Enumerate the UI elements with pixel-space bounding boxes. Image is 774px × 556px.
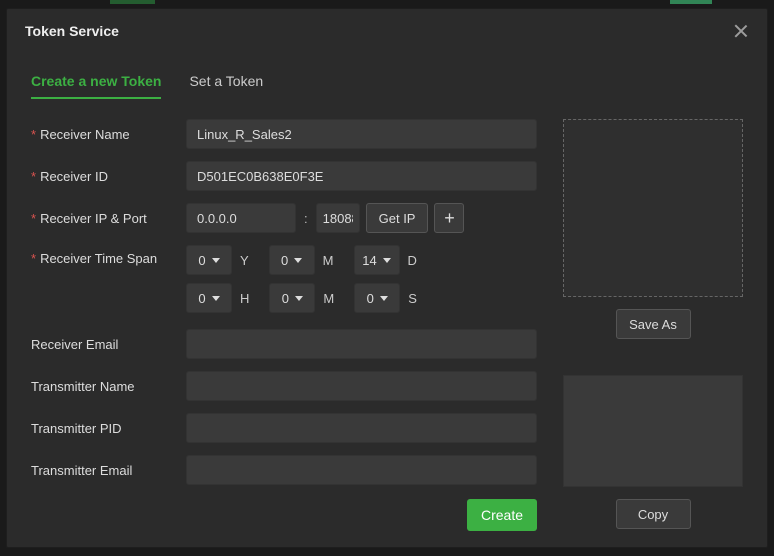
transmitter-name-input[interactable]: [186, 371, 537, 401]
token-output-box[interactable]: [563, 375, 743, 487]
label-transmitter-name: Transmitter Name: [31, 379, 186, 394]
receiver-id-input[interactable]: [186, 161, 537, 191]
receiver-port-input[interactable]: [316, 203, 360, 233]
add-ip-button[interactable]: +: [434, 203, 464, 233]
chevron-down-icon: [212, 258, 220, 263]
save-as-button[interactable]: Save As: [616, 309, 691, 339]
timespan-year-label: Y: [240, 253, 249, 268]
plus-icon: +: [444, 209, 455, 227]
tab-set-token[interactable]: Set a Token: [189, 73, 263, 99]
label-receiver-email: Receiver Email: [31, 337, 186, 352]
label-receiver-id: *Receiver ID: [31, 169, 186, 184]
timespan-minute-label: M: [323, 291, 334, 306]
label-receiver-timespan: *Receiver Time Span: [31, 245, 186, 266]
timespan-day-label: D: [408, 253, 417, 268]
timespan-month-select[interactable]: 0: [269, 245, 315, 275]
get-ip-button[interactable]: Get IP: [366, 203, 429, 233]
side-column: Save As Copy: [563, 119, 743, 531]
chevron-down-icon: [380, 296, 388, 301]
chevron-down-icon: [294, 258, 302, 263]
timespan-month-label: M: [323, 253, 334, 268]
chevron-down-icon: [383, 258, 391, 263]
receiver-email-input[interactable]: [186, 329, 537, 359]
dialog-title: Token Service: [25, 23, 119, 39]
label-receiver-ip-port: *Receiver IP & Port: [31, 211, 186, 226]
transmitter-email-input[interactable]: [186, 455, 537, 485]
label-receiver-name: *Receiver Name: [31, 127, 186, 142]
token-service-dialog: Token Service Create a new Token Set a T…: [6, 8, 768, 548]
timespan-second-select[interactable]: 0: [354, 283, 400, 313]
receiver-name-input[interactable]: [186, 119, 537, 149]
close-icon[interactable]: [733, 23, 749, 39]
timespan-minute-select[interactable]: 0: [269, 283, 315, 313]
chevron-down-icon: [295, 296, 303, 301]
tab-bar: Create a new Token Set a Token: [7, 53, 767, 99]
token-preview-dropzone[interactable]: [563, 119, 743, 297]
timespan-hour-select[interactable]: 0: [186, 283, 232, 313]
label-transmitter-email: Transmitter Email: [31, 463, 186, 478]
timespan-day-select[interactable]: 14: [354, 245, 400, 275]
chevron-down-icon: [212, 296, 220, 301]
timespan-hour-label: H: [240, 291, 249, 306]
form-column: *Receiver Name *Receiver ID *Receiver IP…: [31, 119, 537, 531]
timespan-second-label: S: [408, 291, 417, 306]
copy-button[interactable]: Copy: [616, 499, 691, 529]
dialog-titlebar: Token Service: [7, 9, 767, 53]
ip-port-colon: :: [302, 211, 310, 226]
transmitter-pid-input[interactable]: [186, 413, 537, 443]
timespan-year-select[interactable]: 0: [186, 245, 232, 275]
receiver-ip-input[interactable]: [186, 203, 296, 233]
label-transmitter-pid: Transmitter PID: [31, 421, 186, 436]
create-button[interactable]: Create: [467, 499, 537, 531]
tab-create-token[interactable]: Create a new Token: [31, 73, 161, 99]
